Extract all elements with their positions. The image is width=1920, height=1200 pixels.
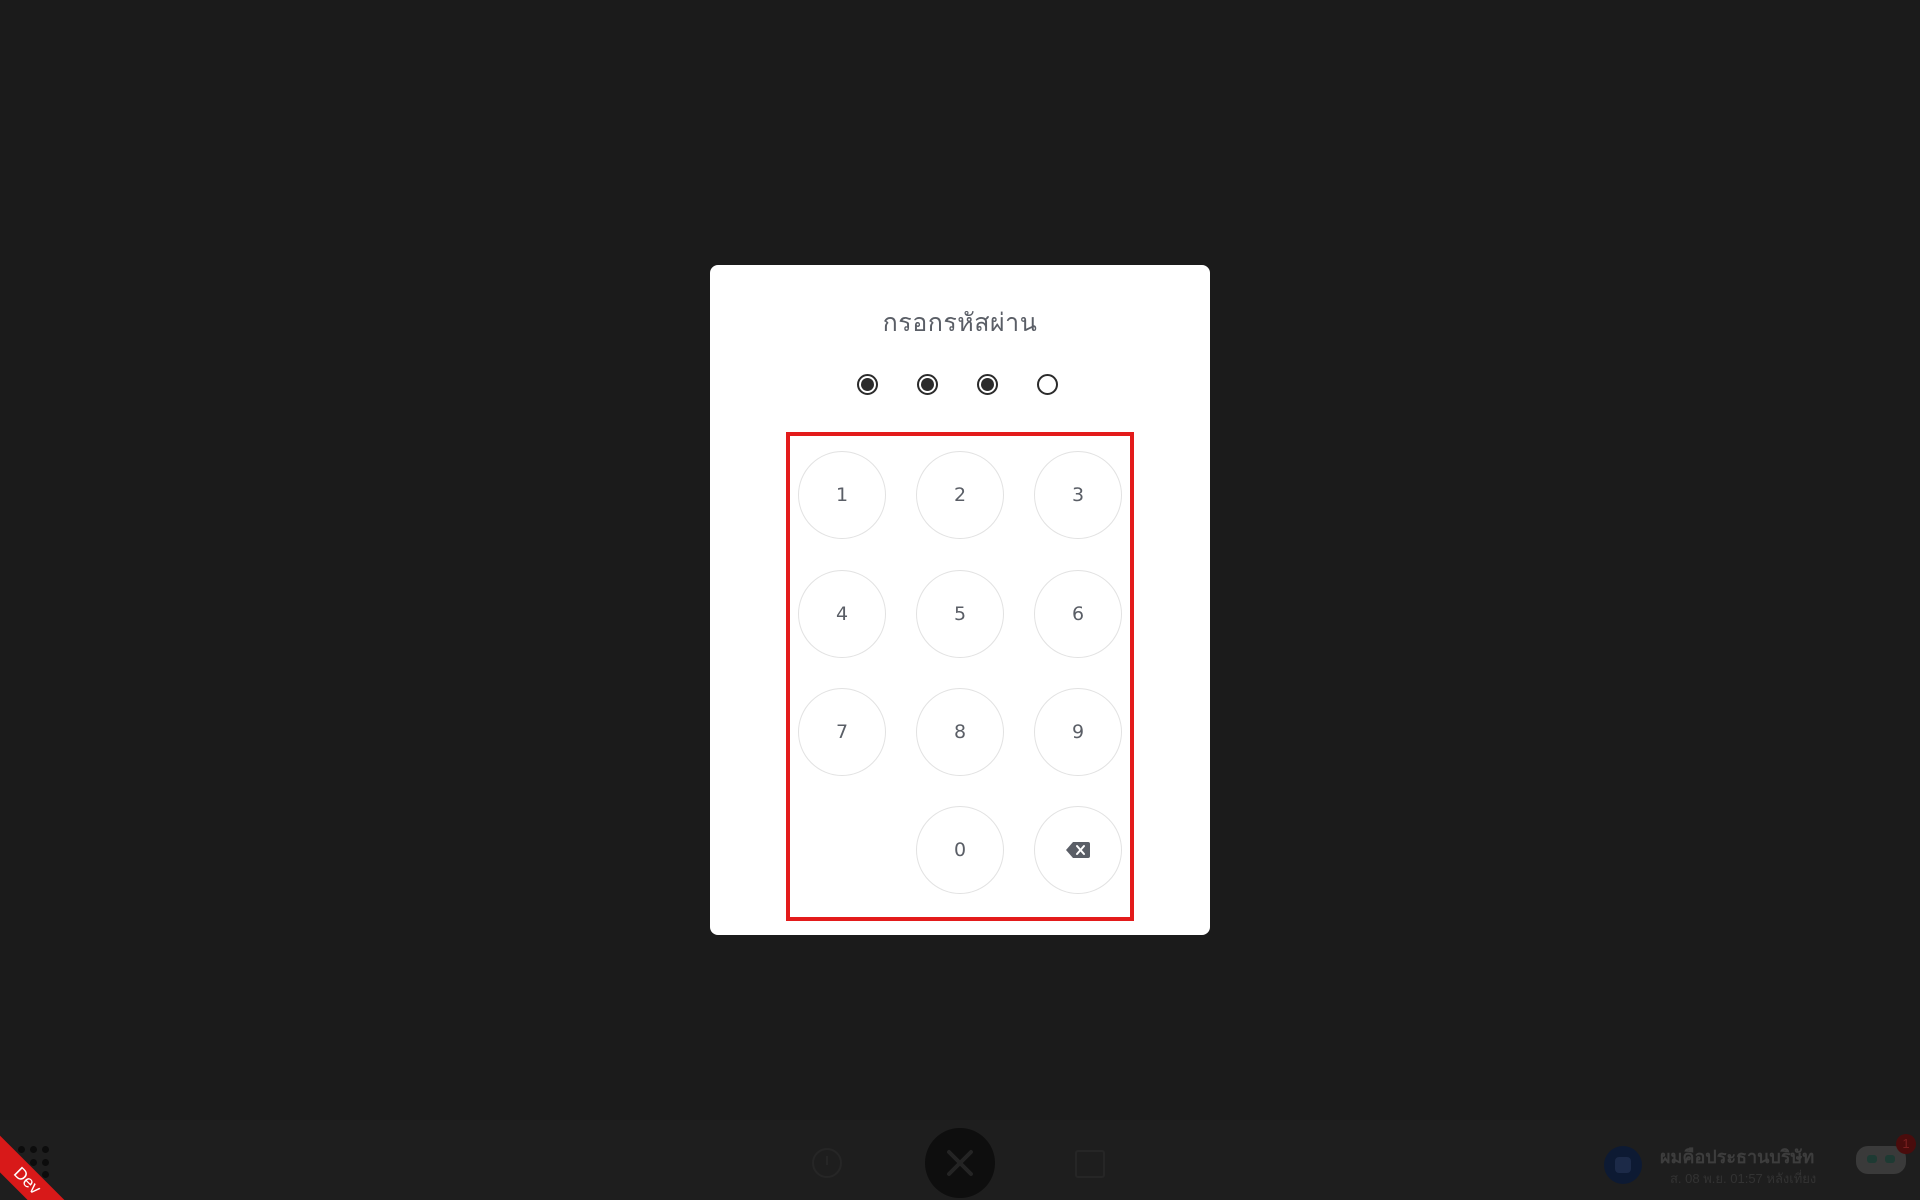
backspace-button[interactable] [1034, 806, 1122, 894]
profile-name: ผมคือประธานบริษัท [1660, 1147, 1815, 1167]
assistant-button[interactable]: 1 [1852, 1134, 1916, 1188]
key-8[interactable]: 8 [916, 688, 1004, 776]
pin-indicator [857, 374, 1067, 400]
pin-dialog: กรอกรหัสผ่าน 1 2 3 4 5 6 7 8 9 0 [710, 265, 1210, 935]
avatar [1604, 1146, 1642, 1184]
notification-badge: 1 [1896, 1134, 1916, 1154]
backspace-icon [1066, 842, 1090, 858]
user-profile[interactable]: ผมคือประธานบริษัท ส. 08 พ.ย. 01:57 หลังเ… [1600, 1142, 1840, 1192]
key-9[interactable]: 9 [1034, 688, 1122, 776]
key-7[interactable]: 7 [798, 688, 886, 776]
key-4[interactable]: 4 [798, 570, 886, 658]
key-0[interactable]: 0 [916, 806, 1004, 894]
bottom-bar: ผมคือประธานบริษัท ส. 08 พ.ย. 01:57 หลังเ… [0, 1120, 1920, 1200]
clock-icon[interactable] [812, 1148, 842, 1178]
key-2[interactable]: 2 [916, 451, 1004, 539]
store-icon[interactable] [1075, 1150, 1105, 1178]
page: ผมคือประธานบริษัท ส. 08 พ.ย. 01:57 หลังเ… [0, 0, 1920, 1200]
main-menu-button[interactable] [925, 1128, 995, 1198]
profile-datetime: ส. 08 พ.ย. 01:57 หลังเที่ยง [1670, 1171, 1817, 1186]
pin-dot [917, 374, 938, 395]
key-1[interactable]: 1 [798, 451, 886, 539]
pin-dot [1037, 374, 1058, 395]
pin-dot [857, 374, 878, 395]
dialog-title: กรอกรหัสผ่าน [882, 308, 1038, 337]
pin-dot [977, 374, 998, 395]
key-3[interactable]: 3 [1034, 451, 1122, 539]
utensils-icon [947, 1150, 973, 1176]
key-5[interactable]: 5 [916, 570, 1004, 658]
key-6[interactable]: 6 [1034, 570, 1122, 658]
